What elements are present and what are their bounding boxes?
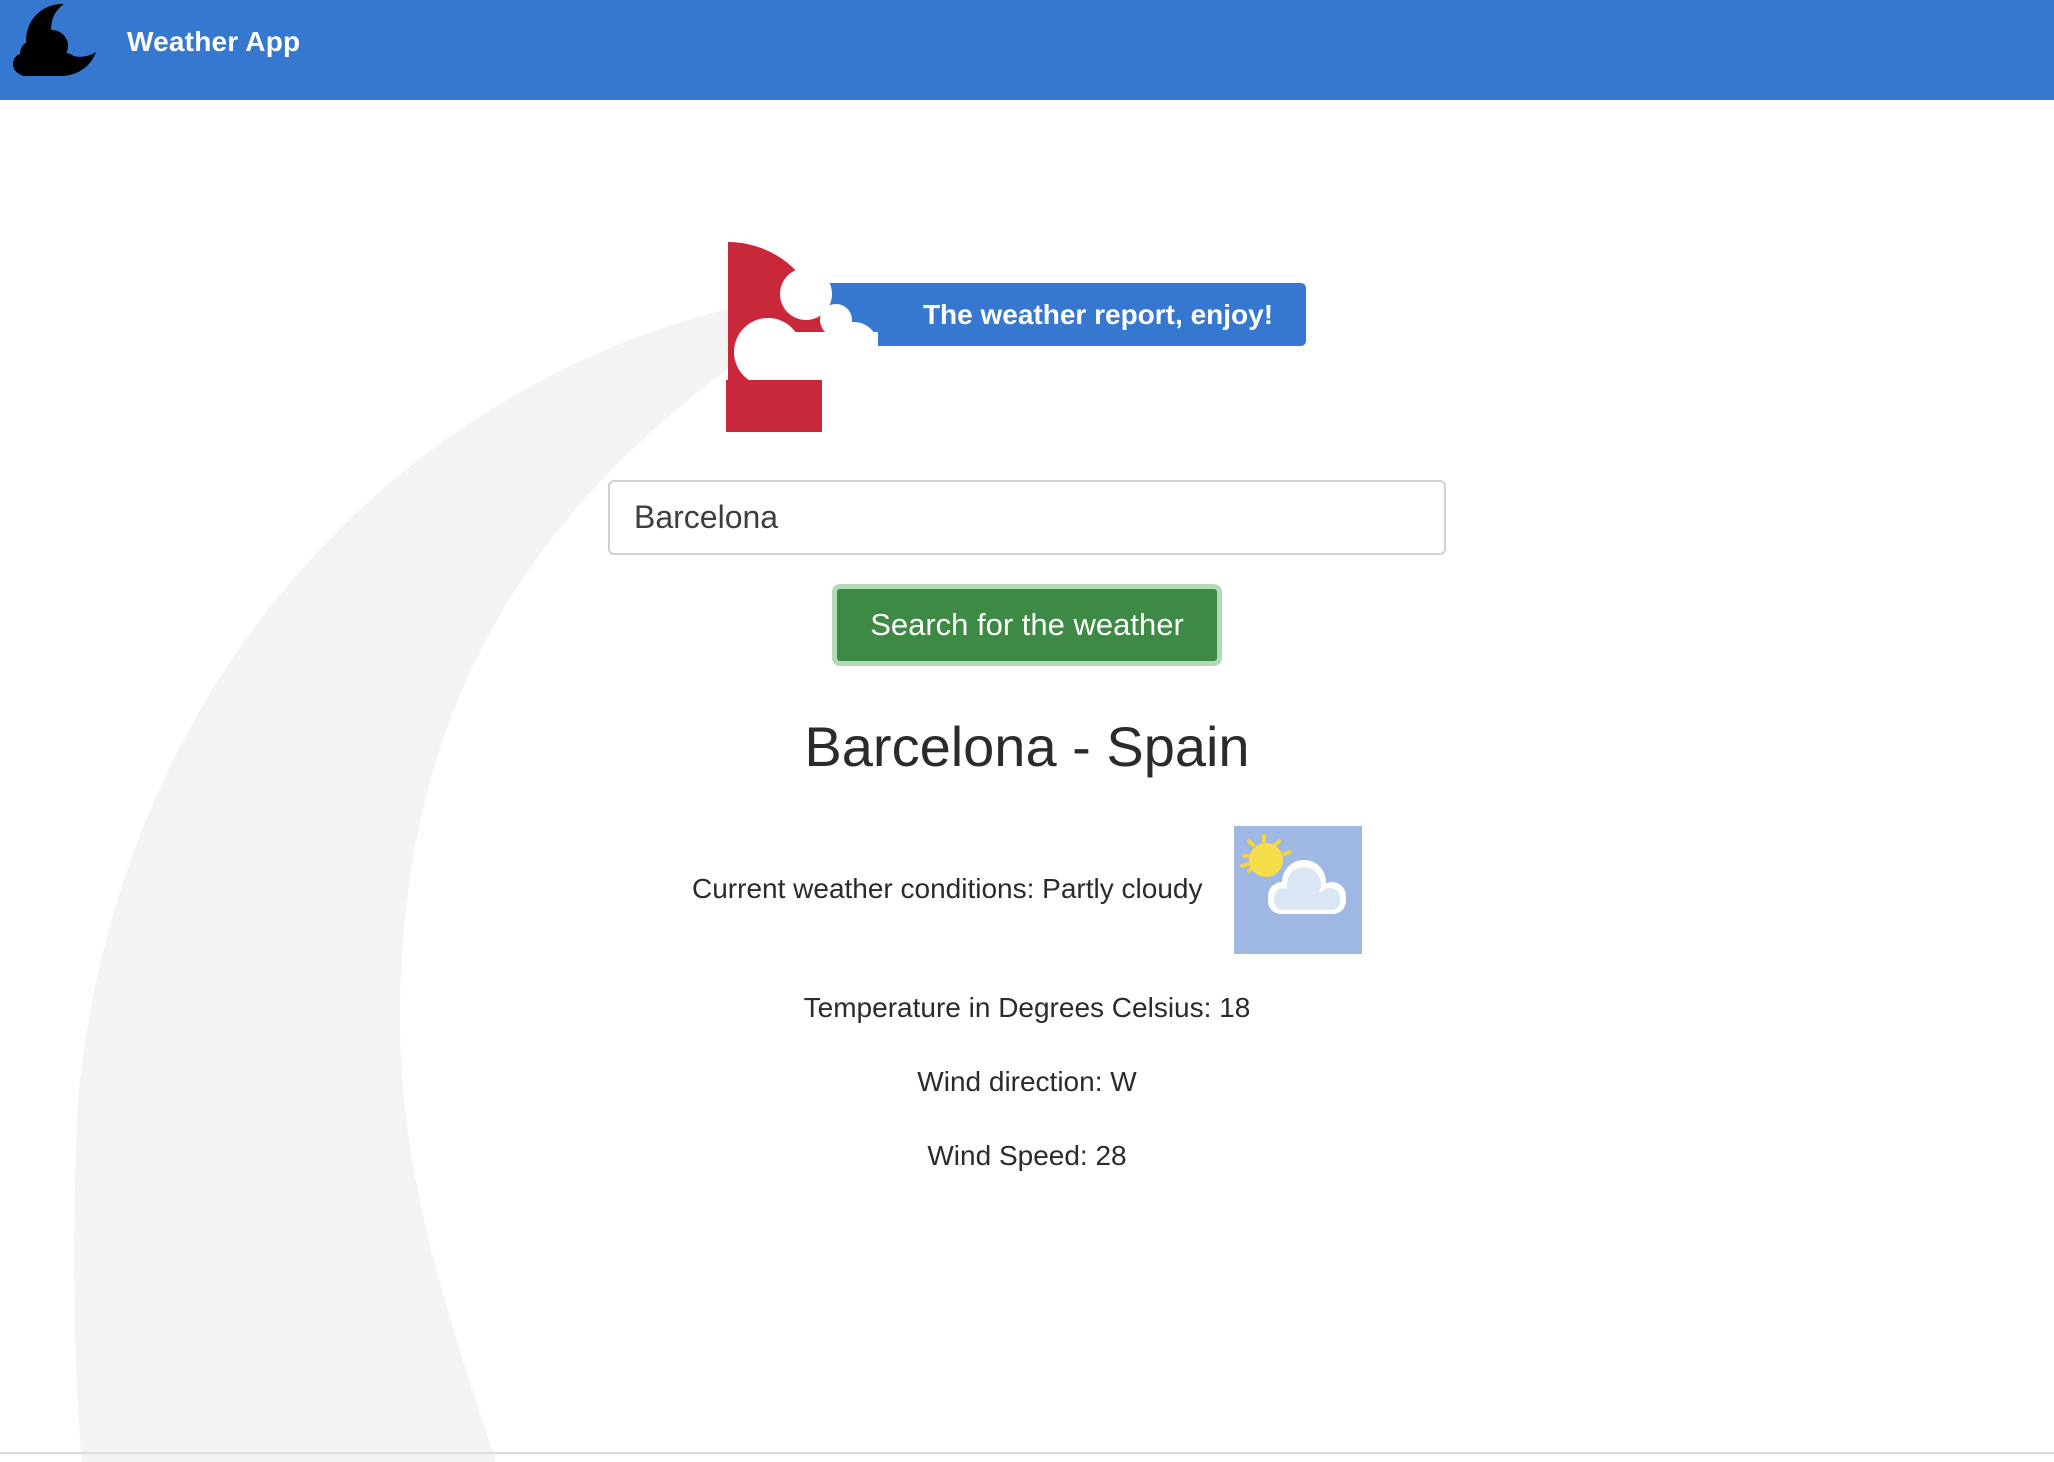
wind-speed-text: Wind Speed: 28 [927,1140,1127,1171]
app-title[interactable]: Weather App [127,24,300,60]
location-heading: Barcelona - Spain [804,715,1250,778]
hero-tagline: The weather report, enjoy! [922,299,1274,330]
partly-cloudy-icon [1234,826,1362,954]
moon-cloud-icon[interactable] [12,2,96,78]
bottom-divider [0,1452,2054,1454]
temperature-text: Temperature in Degrees Celsius: 18 [803,992,1251,1023]
search-button[interactable]: Search for the weather [832,584,1222,666]
search-input[interactable] [608,480,1446,555]
cloud-logo-icon [726,242,878,432]
conditions-text: Current weather conditions: Partly cloud… [692,873,1203,904]
wind-direction-text: Wind direction: W [917,1066,1137,1097]
hero-banner: The weather report, enjoy! [726,242,1306,432]
navbar: Weather App [0,0,2054,100]
